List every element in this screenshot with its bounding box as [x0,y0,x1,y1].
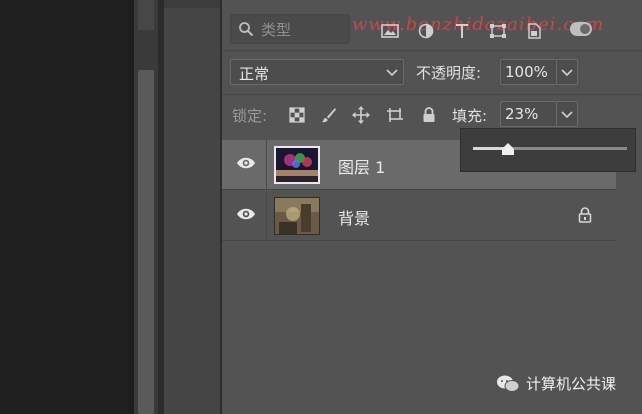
shape-filter-icon[interactable] [488,22,508,40]
lock-label: 锁定: [232,107,268,125]
layer-name[interactable]: 图层 1 [338,154,385,178]
filter-toggle-switch[interactable] [570,22,592,36]
collapsed-panel-header [164,0,220,8]
image-filter-icon[interactable] [380,22,400,40]
lock-paint-icon[interactable] [320,106,338,124]
fill-slider-thumb[interactable] [501,142,515,156]
chevron-up-icon [561,111,573,119]
fill-label: 填充: [452,107,488,125]
eye-divider [266,140,267,190]
collapsed-panel-column [164,0,220,414]
blend-mode-select[interactable]: 正常 [230,59,404,85]
blend-row: 正常 不透明度: 100% [222,56,642,88]
fill-dropdown-button[interactable] [556,101,578,127]
opacity-dropdown-button[interactable] [556,59,578,85]
channel-name: 计算机公共课 [526,375,617,393]
wechat-watermark: 计算机公共课 [496,373,616,394]
layer-filter-row: 类型 www.benzhidazaibei.com [222,8,642,48]
chevron-down-icon [561,69,573,77]
scrollbar-thumb[interactable] [138,70,154,414]
type-filter-icon[interactable] [452,22,472,40]
layer-kind-filter[interactable]: 类型 [230,14,350,44]
photo-thumbnail-image [275,198,319,234]
eye-visibility-icon[interactable] [236,156,256,170]
opacity-value: 100% [505,63,548,81]
fill-value: 23% [505,105,539,123]
separator [222,50,642,51]
lock-transparent-icon[interactable] [288,106,306,124]
layer-thumbnail[interactable] [274,197,320,235]
chevron-down-icon [386,69,398,77]
layer-name[interactable]: 背景 [338,205,370,229]
lock-all-icon[interactable] [420,106,438,124]
search-icon [239,22,254,37]
layers-panel: 类型 www.benzhidazaibei.com 正常 不透明度: 100% [222,0,642,414]
lock-artboard-icon[interactable] [386,106,404,124]
canvas-area [0,0,134,414]
opacity-input[interactable]: 100% [500,59,556,85]
layer-thumbnail[interactable] [274,146,320,184]
filter-type-placeholder: 类型 [261,21,292,39]
fill-input[interactable]: 23% [500,101,556,127]
blend-mode-value: 正常 [239,65,270,83]
smart-object-filter-icon[interactable] [524,22,544,40]
wechat-icon [497,375,520,392]
separator [222,94,642,95]
lock-row: 锁定: 填充: 23% [222,100,642,130]
eye-divider [266,191,267,241]
layer-row-background[interactable]: 背景 [222,191,616,241]
fill-slider-track[interactable] [473,147,627,150]
eye-visibility-icon[interactable] [236,207,256,221]
lock-move-icon[interactable] [352,106,370,124]
opacity-label: 不透明度: [416,64,482,82]
adjustment-filter-icon[interactable] [416,22,436,40]
fireworks-thumbnail-image [276,148,318,182]
scrollbar-top [138,0,154,30]
fill-slider-popup [460,128,636,172]
lock-icon[interactable] [578,207,592,223]
